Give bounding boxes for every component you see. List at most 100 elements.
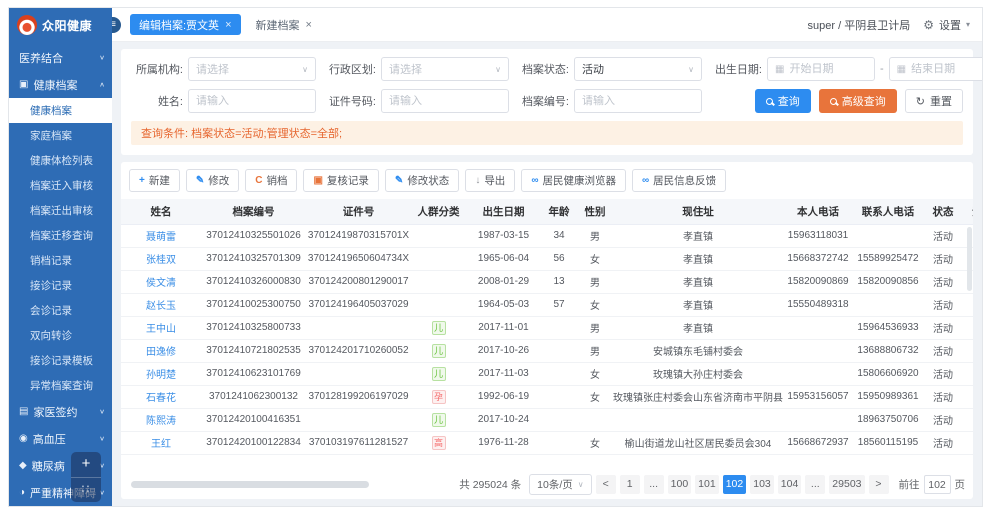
table-row[interactable]: 石春花 3701241062300132 370128199206197029 … <box>121 385 973 408</box>
toolbar-button[interactable]: ✎ 修改状态 <box>385 169 459 192</box>
page-number[interactable]: 104 <box>778 475 802 494</box>
sidebar-item[interactable]: 医养结合 ∨ <box>9 44 112 71</box>
reset-button[interactable]: ↻ 重置 <box>905 89 963 113</box>
page-number[interactable]: 103 <box>750 475 774 494</box>
sidebar-item[interactable]: 健康档案 <box>9 98 112 123</box>
patient-name-link[interactable]: 侯文清 <box>146 278 176 289</box>
table-row[interactable]: 王红 37012420100122834 370103197611281527 … <box>121 431 973 454</box>
sidebar-item[interactable]: 接诊记录模板 <box>9 348 112 373</box>
plus-icon[interactable]: + <box>71 452 101 478</box>
fileno-input[interactable] <box>582 95 694 107</box>
tab[interactable]: 新建档案 × <box>247 14 321 35</box>
page-number[interactable]: 100 <box>668 475 692 494</box>
page-number[interactable]: 1 <box>620 475 640 494</box>
sidebar-item[interactable]: ▣ 健康档案 ∧ <box>9 71 112 98</box>
user-area: super / 平阴县卫计局 ⚙ 设置 ▾ <box>808 17 970 33</box>
doctor-cell <box>963 408 973 431</box>
address-cell: 孝直镇 <box>613 270 783 293</box>
birthdate-start-input[interactable] <box>789 63 867 75</box>
column-header[interactable]: 本人电话 <box>783 199 853 224</box>
idcard-input[interactable] <box>389 95 501 107</box>
table-row[interactable]: 陈熙涛 37012420100416351 儿 2017-10-24 <box>121 408 973 431</box>
table-row[interactable]: 王中山 37012410325800733 儿 2017-11-01 男 孝直镇 <box>121 316 973 339</box>
toolbar-button[interactable]: ∞ 居民信息反馈 <box>632 169 726 192</box>
column-header[interactable]: 责任医生 <box>963 199 973 224</box>
advanced-search-button[interactable]: 高级查询 <box>819 89 897 113</box>
search-button[interactable]: 查询 <box>755 89 811 113</box>
name-input[interactable] <box>196 95 308 107</box>
page-number[interactable]: ... <box>644 475 664 494</box>
column-header[interactable]: 证件号 <box>306 199 411 224</box>
table-row[interactable]: 赵长玉 37012410025300750 370124196405037029… <box>121 293 973 316</box>
birthdate-end-input[interactable] <box>911 63 982 75</box>
page-number[interactable]: ... <box>805 475 825 494</box>
patient-name-link[interactable]: 张桂双 <box>146 255 176 266</box>
column-header[interactable]: 出生日期 <box>466 199 541 224</box>
column-header[interactable]: 年龄 <box>541 199 577 224</box>
patient-name-link[interactable]: 王红 <box>151 439 171 450</box>
page-number[interactable]: 102 <box>723 475 747 494</box>
page-number[interactable]: 101 <box>695 475 719 494</box>
vertical-scrollbar[interactable] <box>967 227 972 291</box>
patient-name-link[interactable]: 陈熙涛 <box>146 416 176 427</box>
table-row[interactable]: 聂萌雷 37012410325501026 37012419870315701X… <box>121 224 973 247</box>
sidebar-item[interactable]: 档案迁出审核 <box>9 198 112 223</box>
gear-icon[interactable]: ⚙ <box>923 18 934 32</box>
sidebar-item[interactable]: 家庭档案 <box>9 123 112 148</box>
column-header[interactable]: 档案编号 <box>201 199 306 224</box>
patient-name-link[interactable]: 王中山 <box>146 324 176 335</box>
sidebar-collapse-button[interactable]: ≡ <box>112 16 122 34</box>
toolbar-button[interactable]: ↓ 导出 <box>465 169 515 192</box>
sidebar-item[interactable]: ▤ 家医签约 ∨ <box>9 398 112 425</box>
sidebar-item[interactable]: ◉ 高血压 ∨ <box>9 425 112 452</box>
horizontal-scrollbar[interactable] <box>129 481 449 488</box>
org-select[interactable]: 请选择 ∨ <box>188 57 316 81</box>
patient-name-link[interactable]: 聂萌雷 <box>146 232 176 243</box>
horizontal-scrollbar-thumb[interactable] <box>131 481 369 488</box>
drag-dots-icon[interactable]: ∷ <box>71 478 101 502</box>
column-header[interactable]: 联系人电话 <box>853 199 923 224</box>
toolbar-button[interactable]: ▣ 复核记录 <box>303 169 378 192</box>
close-icon[interactable]: × <box>306 19 312 31</box>
goto-page-input[interactable] <box>924 475 951 494</box>
status-select[interactable]: 活动 ∨ <box>574 57 702 81</box>
toolbar-button[interactable]: ∞ 居民健康浏览器 <box>521 169 626 192</box>
floating-widget[interactable]: + ∷ <box>71 452 101 502</box>
patient-name-link[interactable]: 赵长玉 <box>146 301 176 312</box>
sidebar-item[interactable]: 双向转诊 <box>9 323 112 348</box>
next-page-button[interactable]: > <box>869 475 889 494</box>
sidebar-item[interactable]: 健康体检列表 <box>9 148 112 173</box>
patient-name-link[interactable]: 田逸修 <box>146 347 176 358</box>
column-header[interactable]: 状态 <box>923 199 963 224</box>
page-number[interactable]: 29503 <box>829 475 864 494</box>
patient-name-link[interactable]: 孙明楚 <box>146 370 176 381</box>
sidebar-item[interactable]: 销档记录 <box>9 248 112 273</box>
sidebar-item[interactable]: 档案迁入审核 <box>9 173 112 198</box>
prev-page-button[interactable]: < <box>596 475 616 494</box>
table-row[interactable]: 田逸修 37012410721802535 370124201710260052… <box>121 339 973 362</box>
column-header[interactable]: 性别 <box>577 199 613 224</box>
region-select[interactable]: 请选择 ∨ <box>381 57 509 81</box>
table-row[interactable]: 张桂双 37012410325701309 37012419650604734X… <box>121 247 973 270</box>
birthdate-end-field[interactable]: ▦ <box>889 57 982 81</box>
settings-label[interactable]: 设置 <box>939 17 961 33</box>
sidebar-item[interactable]: 档案迁移查询 <box>9 223 112 248</box>
idcard-field <box>381 89 509 113</box>
column-header[interactable]: 人群分类 <box>411 199 466 224</box>
sidebar-item[interactable]: 接诊记录 <box>9 273 112 298</box>
birthdate-start-field[interactable]: ▦ <box>767 57 875 81</box>
sidebar-item[interactable]: 会诊记录 <box>9 298 112 323</box>
column-header[interactable]: 现住址 <box>613 199 783 224</box>
toolbar-button[interactable]: C 销档 <box>245 169 297 192</box>
sidebar-item-label: 健康体检列表 <box>30 153 105 168</box>
page-size-select[interactable]: 10条/页 ∨ <box>529 474 591 495</box>
table-row[interactable]: 侯文清 37012410326000830 370124200801290017… <box>121 270 973 293</box>
tab[interactable]: 编辑档案:贾文英 × <box>130 14 241 35</box>
patient-name-link[interactable]: 石春花 <box>146 393 176 404</box>
sidebar-item[interactable]: 异常档案查询 <box>9 373 112 398</box>
column-header[interactable]: 姓名 <box>121 199 201 224</box>
toolbar-button[interactable]: + 新建 <box>129 169 180 192</box>
table-row[interactable]: 孙明楚 37012410623101769 儿 2017-11-03 女 玫瑰镇… <box>121 362 973 385</box>
toolbar-button[interactable]: ✎ 修改 <box>186 169 239 192</box>
close-icon[interactable]: × <box>225 19 231 31</box>
